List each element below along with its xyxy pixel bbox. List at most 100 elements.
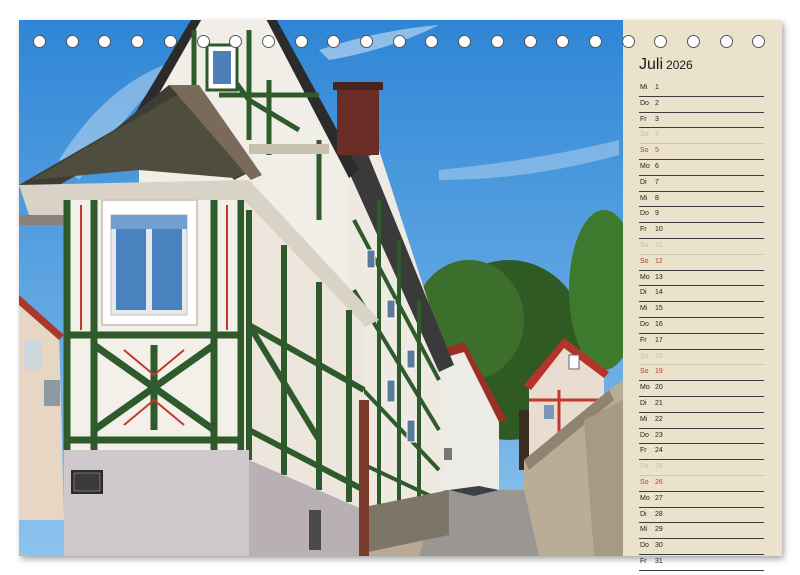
weekday-label: Do xyxy=(640,431,649,439)
day-row: Sa 25 xyxy=(639,460,764,476)
day-row: Do 23 xyxy=(639,429,764,445)
day-row: Mi 22 xyxy=(639,413,764,429)
spiral-ring-icon xyxy=(33,35,46,48)
day-number: 1 xyxy=(655,84,659,91)
day-number: 3 xyxy=(655,115,659,123)
weekday-label: Di xyxy=(640,510,647,518)
day-row: Mi 1 xyxy=(639,81,764,97)
day-number: 13 xyxy=(655,273,663,281)
spiral-ring-icon xyxy=(163,35,177,48)
day-row: Fr 3 xyxy=(639,113,764,129)
day-number: 12 xyxy=(655,257,663,265)
spiral-ring-icon xyxy=(490,35,504,48)
day-row: Sa 4 xyxy=(639,128,764,145)
weekday-label: Fr xyxy=(640,447,647,455)
day-row: Do 9 xyxy=(639,207,764,224)
weekday-label: Sa xyxy=(640,131,649,139)
day-number: 16 xyxy=(655,320,663,328)
spiral-ring-icon xyxy=(229,35,243,48)
day-number: 4 xyxy=(655,131,659,139)
day-number: 24 xyxy=(655,447,663,455)
day-list: Mi 1 Do 2 Fr 3 Sa 4 So 5 Mo 6 Di 7 Mi 8 Do 9 Fr 10 Sa 11 So 12 M… xyxy=(639,81,764,571)
calendar-page: Juli 2026 Mi 1 Do 2 Fr 3 Sa 4 So 5 Mo 6 Di 7 Mi 8 Do 9 Fr 10… xyxy=(19,20,782,571)
spiral-ring-icon xyxy=(458,35,472,48)
weekday-label: Fr xyxy=(640,336,647,344)
day-row: Mo 6 xyxy=(639,160,764,176)
day-number: 10 xyxy=(655,226,663,234)
spiral-ring-icon xyxy=(621,35,635,48)
calendar-panel: Juli 2026 Mi 1 Do 2 Fr 3 Sa 4 So 5 Mo 6 Di 7 Mi 8 Do 9 Fr 10… xyxy=(623,20,782,571)
day-row: Do 16 xyxy=(639,318,764,334)
day-number: 30 xyxy=(655,542,663,550)
weekday-label: Do xyxy=(640,542,649,550)
spiral-ring-icon xyxy=(327,35,341,48)
day-number: 31 xyxy=(655,557,663,565)
weekday-label: Di xyxy=(640,178,647,186)
half-timbered-house-photo xyxy=(19,20,623,556)
day-row: Sa 11 xyxy=(639,239,764,255)
day-number: 5 xyxy=(655,147,659,155)
day-number: 28 xyxy=(655,510,663,518)
weekday-label: Mi xyxy=(640,305,648,313)
day-number: 15 xyxy=(655,305,663,313)
day-row: Di 14 xyxy=(639,286,764,303)
day-row: So 5 xyxy=(639,144,764,160)
weekday-label: Do xyxy=(640,210,649,218)
weekday-label: Di xyxy=(640,289,647,297)
day-number: 19 xyxy=(655,368,663,376)
day-number: 7 xyxy=(655,178,659,186)
weekday-label: Mi xyxy=(640,526,648,534)
day-row: Do 2 xyxy=(639,97,764,113)
spiral-ring-icon xyxy=(425,35,439,48)
day-row: Fr 17 xyxy=(639,334,764,350)
weekday-label: Mi xyxy=(640,84,648,91)
day-row: So 12 xyxy=(639,255,764,271)
day-row: Do 30 xyxy=(639,539,764,555)
spiral-ring-icon xyxy=(360,35,373,48)
weekday-label: So xyxy=(640,257,649,265)
month-name: Juli xyxy=(639,56,664,73)
day-row: So 19 xyxy=(639,365,764,382)
day-number: 27 xyxy=(655,494,663,502)
chimney xyxy=(337,85,379,155)
spiral-binding xyxy=(33,35,773,51)
weekday-label: Mo xyxy=(640,384,650,392)
day-number: 21 xyxy=(655,399,663,407)
day-number: 17 xyxy=(655,336,663,344)
day-number: 11 xyxy=(655,241,663,249)
day-number: 2 xyxy=(655,99,659,107)
weekday-label: Fr xyxy=(640,226,647,234)
day-number: 22 xyxy=(655,415,663,423)
day-number: 25 xyxy=(655,463,663,471)
spiral-ring-icon xyxy=(654,35,668,48)
spiral-ring-icon xyxy=(752,35,766,48)
weekday-label: Mo xyxy=(640,273,650,281)
day-number: 14 xyxy=(655,289,663,297)
day-row: Sa 18 xyxy=(639,350,764,366)
day-row: Di 28 xyxy=(639,508,764,524)
day-row: Mo 27 xyxy=(639,492,764,508)
weekday-label: Mo xyxy=(640,494,650,502)
month-title: Juli 2026 xyxy=(639,56,693,74)
year-label: 2026 xyxy=(666,58,693,72)
weekday-label: So xyxy=(640,478,649,486)
day-row: Di 7 xyxy=(639,176,764,192)
weekday-label: Di xyxy=(640,399,647,407)
day-row: Mo 13 xyxy=(639,271,764,287)
weekday-label: Fr xyxy=(640,115,647,123)
day-row: Fr 24 xyxy=(639,444,764,461)
spiral-ring-icon xyxy=(556,35,570,48)
day-row: Mi 29 xyxy=(639,523,764,540)
weekday-label: Sa xyxy=(640,352,649,360)
spiral-ring-icon xyxy=(131,35,145,48)
plinth xyxy=(64,450,249,556)
weekday-label: Sa xyxy=(640,241,649,249)
spiral-ring-icon xyxy=(588,35,602,48)
spiral-ring-icon xyxy=(687,35,700,48)
spiral-ring-icon xyxy=(196,35,210,48)
weekday-label: Mi xyxy=(640,415,648,423)
day-number: 26 xyxy=(655,478,663,486)
spiral-ring-icon xyxy=(719,35,733,48)
spiral-ring-icon xyxy=(65,35,79,48)
day-row: Mi 8 xyxy=(639,192,764,208)
